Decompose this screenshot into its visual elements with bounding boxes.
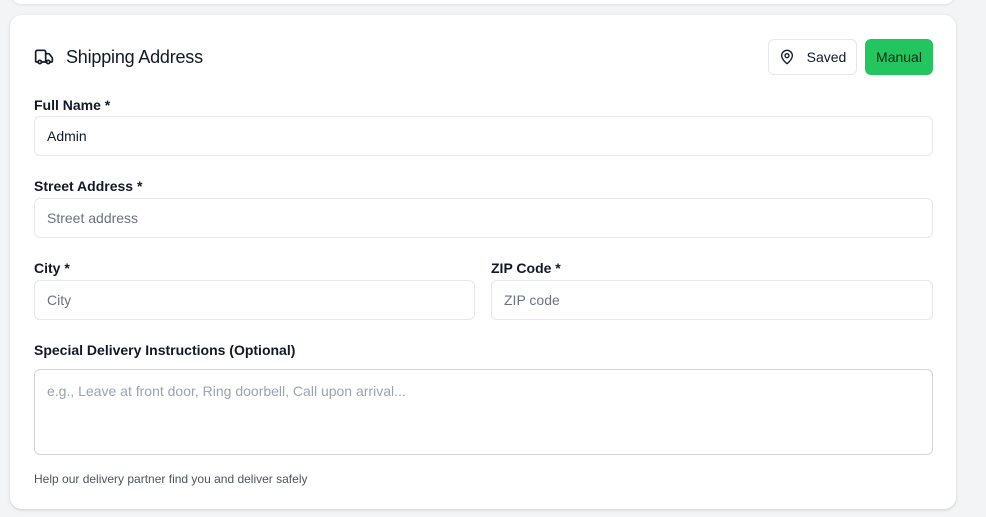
zip-code-label: ZIP Code *	[491, 260, 561, 276]
saved-button-label: Saved	[806, 49, 847, 65]
title-wrap: Shipping Address	[34, 47, 203, 68]
city-input[interactable]	[34, 280, 475, 320]
delivery-instructions-label: Special Delivery Instructions (Optional)	[34, 342, 296, 358]
card-header: Shipping Address Saved Manual	[34, 39, 933, 75]
saved-address-button[interactable]: Saved	[768, 39, 857, 75]
full-name-label: Full Name *	[34, 97, 111, 113]
manual-address-button[interactable]: Manual	[865, 39, 933, 75]
zip-code-input[interactable]	[491, 280, 933, 320]
delivery-instructions-textarea[interactable]	[34, 369, 933, 455]
truck-icon	[34, 47, 54, 67]
card-title: Shipping Address	[66, 46, 203, 67]
previous-card-edge	[10, 0, 956, 4]
manual-button-label: Manual	[876, 49, 922, 65]
shipping-address-card: Shipping Address Saved Manual Full Name …	[10, 15, 956, 509]
address-mode-buttons: Saved Manual	[768, 39, 933, 75]
map-pin-icon	[779, 49, 795, 65]
delivery-instructions-help: Help our delivery partner find you and d…	[34, 472, 308, 486]
street-address-label: Street Address *	[34, 178, 143, 194]
full-name-input[interactable]	[34, 116, 933, 156]
city-label: City *	[34, 260, 70, 276]
street-address-input[interactable]	[34, 198, 933, 238]
